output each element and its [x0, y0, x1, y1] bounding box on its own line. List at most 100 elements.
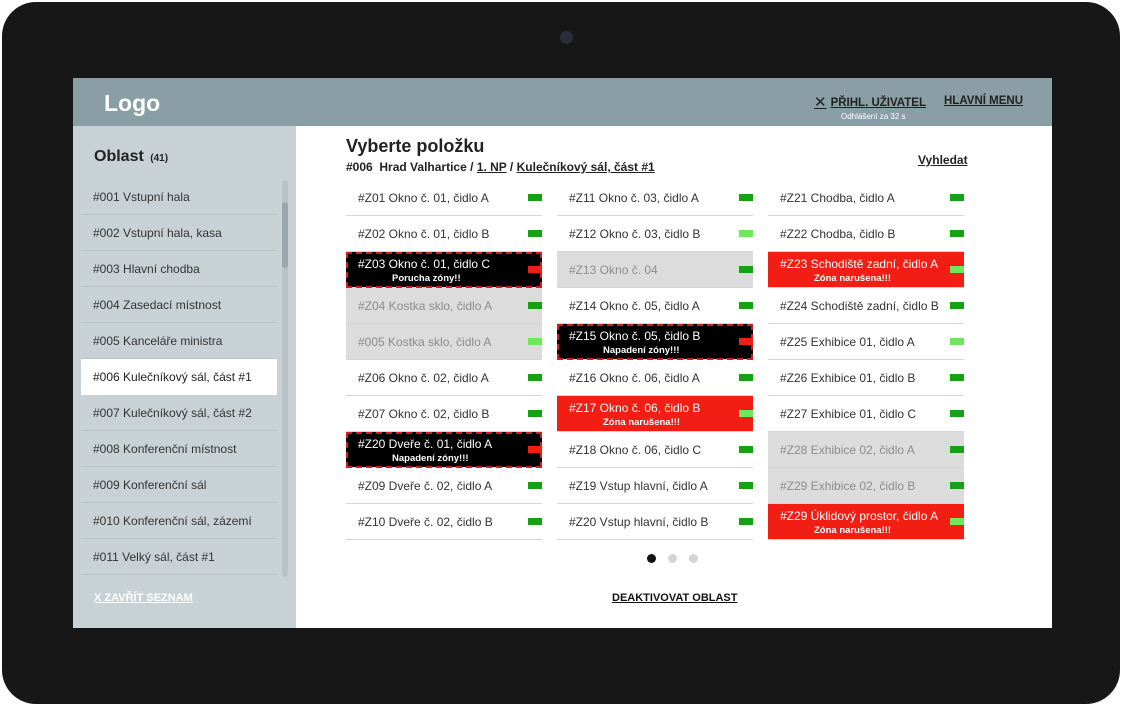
breadcrumb-separator: / — [470, 160, 474, 174]
zone-tile[interactable]: #Z16 Okno č. 06, čidlo A — [557, 360, 753, 396]
pagination-dot[interactable] — [668, 554, 677, 563]
status-indicator — [528, 518, 542, 525]
deactivate-area-button[interactable]: DEAKTIVOVAT OBLAST — [612, 592, 737, 604]
zone-tile[interactable]: #Z10 Dveře č. 02, čidlo B — [346, 504, 542, 540]
status-indicator — [950, 230, 964, 237]
zone-tile[interactable]: #Z28 Exhibice 02, čidlo A — [768, 432, 964, 468]
zone-tile[interactable]: #Z02 Okno č. 01, čidlo B — [346, 216, 542, 252]
breadcrumb-floor[interactable]: 1. NP — [477, 160, 507, 174]
status-indicator — [950, 446, 964, 453]
zone-tile[interactable]: #Z01 Okno č. 01, čidlo A — [346, 180, 542, 216]
zone-column-3: #Z21 Chodba, čidlo A #Z22 Chodba, čidlo B… — [768, 180, 964, 540]
status-indicator — [528, 374, 542, 381]
sidebar-item[interactable]: #003 Hlavní chodba — [81, 251, 277, 287]
zone-tile[interactable]: #Z11 Okno č. 03, čidlo A — [557, 180, 753, 216]
zone-tile[interactable]: #Z04 Kostka sklo, čidlo A — [346, 288, 542, 324]
search-link[interactable]: Vyhledat — [918, 153, 968, 167]
zone-label: #Z04 Kostka sklo, čidlo A — [358, 299, 493, 313]
status-indicator — [739, 194, 753, 201]
zone-label: #Z12 Okno č. 03, čidlo B — [569, 227, 701, 241]
status-indicator — [528, 266, 542, 273]
zone-label: #005 Kostka sklo, čidlo A — [358, 335, 492, 349]
zone-tile[interactable]: #Z07 Okno č. 02, čidlo B — [346, 396, 542, 432]
zone-tile[interactable]: #Z18 Okno č. 06, čidlo C — [557, 432, 753, 468]
sidebar-item[interactable]: #011 Velký sál, část #1 — [81, 539, 277, 575]
zone-label: #Z21 Chodba, čidlo A — [780, 191, 895, 205]
zone-label: #Z23 Schodiště zadní, čidlo A — [780, 257, 939, 271]
zone-tile[interactable]: #Z13 Okno č. 04 — [557, 252, 753, 288]
zone-label: #Z10 Dveře č. 02, čidlo B — [358, 515, 493, 529]
status-indicator — [739, 482, 753, 489]
sidebar-title-label: Oblast — [94, 148, 144, 165]
zone-tile[interactable]: #Z25 Exhibice 01, čidlo A — [768, 324, 964, 360]
zone-tile[interactable]: #Z27 Exhibice 01, čidlo C — [768, 396, 964, 432]
zone-label: #Z26 Exhibice 01, čidlo B — [780, 371, 916, 385]
status-indicator — [528, 302, 542, 309]
status-indicator — [528, 194, 542, 201]
status-indicator — [739, 410, 753, 417]
sidebar-item[interactable]: #002 Vstupní hala, kasa — [81, 215, 277, 251]
scrollbar-thumb[interactable] — [282, 202, 288, 268]
main-panel: Vyberte položku #006 Hrad Valhartice / 1… — [296, 126, 1052, 628]
zone-tile[interactable]: #Z15 Okno č. 05, čidlo B Napadení zóny!!! — [557, 324, 753, 360]
zone-tile[interactable]: #Z29 Exhibice 02, čidlo B — [768, 468, 964, 504]
sidebar-item[interactable]: #010 Konferenční sál, zázemí — [81, 503, 277, 539]
zone-status: Napadení zóny!!! — [603, 345, 680, 356]
zone-tile[interactable]: #Z12 Okno č. 03, čidlo B — [557, 216, 753, 252]
zone-tile[interactable]: #Z20 Dveře č. 01, čidlo A Napadení zóny!!… — [346, 432, 542, 468]
status-indicator — [950, 518, 964, 525]
zone-tile[interactable]: #005 Kostka sklo, čidlo A — [346, 324, 542, 360]
status-indicator — [950, 194, 964, 201]
app-screen: Logo ✕ PŘIHL. UŽIVATEL Odhlášení za 32 s… — [73, 78, 1052, 628]
pagination-dot[interactable] — [647, 554, 656, 563]
breadcrumb-room[interactable]: Kulečníkový sál, část #1 — [517, 160, 655, 174]
sidebar-item[interactable]: #009 Konferenční sál — [81, 467, 277, 503]
close-list-button[interactable]: X ZAVŘÍT SEZNAM — [94, 592, 193, 604]
zone-status: Porucha zóny!! — [392, 273, 461, 284]
zone-label: #Z14 Okno č. 05, čidlo A — [569, 299, 700, 313]
zone-tile[interactable]: #Z26 Exhibice 01, čidlo B — [768, 360, 964, 396]
zone-tile[interactable]: #Z22 Chodba, čidlo B — [768, 216, 964, 252]
zone-tile[interactable]: #Z03 Okno č. 01, čidlo C Porucha zóny!! — [346, 252, 542, 288]
zone-label: #Z18 Okno č. 06, čidlo C — [569, 443, 702, 457]
zone-label: #Z22 Chodba, čidlo B — [780, 227, 896, 241]
zone-label: #Z19 Vstup hlavní, čidlo A — [569, 479, 708, 493]
zone-tile[interactable]: #Z29 Úklidový prostor, čidlo A Zóna naruš… — [768, 504, 964, 540]
zone-label: #Z27 Exhibice 01, čidlo C — [780, 407, 917, 421]
zone-label: #Z15 Okno č. 05, čidlo B — [569, 329, 701, 343]
pagination-dot[interactable] — [689, 554, 698, 563]
sidebar-item[interactable]: #001 Vstupní hala — [81, 179, 277, 215]
status-indicator — [739, 266, 753, 273]
sidebar-count: (41) — [150, 153, 169, 164]
camera-icon — [560, 31, 573, 44]
zone-label: #Z11 Okno č. 03, čidlo A — [569, 191, 699, 205]
zone-tile[interactable]: #Z14 Okno č. 05, čidlo A — [557, 288, 753, 324]
zone-tile[interactable]: #Z17 Okno č. 06, čidlo B Zóna narušena!!! — [557, 396, 753, 432]
zone-tile[interactable]: #Z06 Okno č. 02, čidlo A — [346, 360, 542, 396]
zone-label: #Z03 Okno č. 01, čidlo C — [358, 257, 491, 271]
zone-label: #Z20 Dveře č. 01, čidlo A — [358, 437, 493, 451]
sidebar-item[interactable]: #005 Kanceláře ministra — [81, 323, 277, 359]
sidebar-item[interactable]: #006 Kulečníkový sál, část #1 — [81, 359, 277, 395]
scrollbar[interactable] — [282, 180, 288, 577]
area-sidebar: Oblast (41) #001 Vstupní hala #002 Vstupn… — [73, 126, 296, 628]
status-indicator — [739, 518, 753, 525]
zone-tile[interactable]: #Z23 Schodiště zadní, čidlo A Zóna naruše… — [768, 252, 964, 288]
sidebar-item[interactable]: #007 Kulečníkový sál, část #2 — [81, 395, 277, 431]
zone-label: #Z20 Vstup hlavní, čidlo B — [569, 515, 709, 529]
zone-tile[interactable]: #Z20 Vstup hlavní, čidlo B — [557, 504, 753, 540]
sidebar-item[interactable]: #008 Konferenční místnost — [81, 431, 277, 467]
zone-label: #Z16 Okno č. 06, čidlo A — [569, 371, 700, 385]
main-menu-link[interactable]: HLAVNÍ MENU — [944, 95, 1023, 107]
status-indicator — [528, 230, 542, 237]
area-list: #001 Vstupní hala #002 Vstupní hala, kasa… — [81, 179, 277, 575]
sidebar-item[interactable]: #004 Zasedací místnost — [81, 287, 277, 323]
zone-tile[interactable]: #Z24 Schodiště zadní, čidlo B — [768, 288, 964, 324]
zone-tile[interactable]: #Z21 Chodba, čidlo A — [768, 180, 964, 216]
logout-button[interactable]: ✕ PŘIHL. UŽIVATEL — [814, 95, 926, 110]
zone-label: #Z01 Okno č. 01, čidlo A — [358, 191, 489, 205]
status-indicator — [528, 446, 542, 453]
zone-tile[interactable]: #Z09 Dveře č. 02, čidlo A — [346, 468, 542, 504]
zone-tile[interactable]: #Z19 Vstup hlavní, čidlo A — [557, 468, 753, 504]
status-indicator — [950, 302, 964, 309]
